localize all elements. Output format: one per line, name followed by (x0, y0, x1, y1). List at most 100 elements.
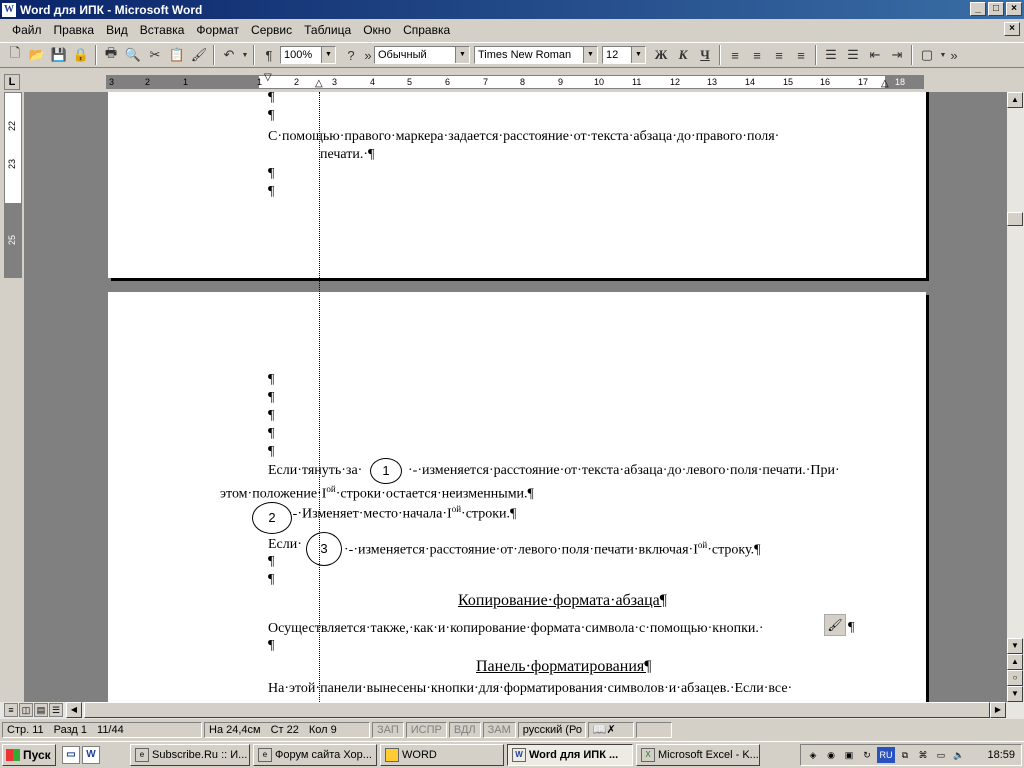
scroll-up-icon[interactable]: ▲ (1007, 92, 1023, 108)
document-page[interactable]: ¶ ¶ ¶ ¶ ¶ Если·тянуть·за· ·-·изменяется·… (108, 292, 926, 702)
undo-dropdown-icon[interactable]: ▼ (240, 44, 250, 66)
save-icon[interactable]: 💾 (48, 44, 70, 66)
next-page-icon[interactable]: ▼ (1007, 686, 1023, 702)
document-text[interactable]: печати.·¶ (320, 146, 374, 164)
spelling-status-icon[interactable]: 📖✗ (587, 722, 634, 738)
language-indicator[interactable]: RU (877, 747, 895, 763)
italic-button[interactable]: К (672, 44, 694, 66)
status-language[interactable]: русский (Ро (517, 722, 586, 738)
document-area[interactable]: ¶ ¶ С·помощью·правого·маркера·задается·р… (24, 92, 1007, 702)
task-excel[interactable]: X Microsoft Excel - K... (636, 744, 760, 766)
outline-view-icon[interactable]: ☰ (49, 703, 63, 717)
decrease-indent-icon[interactable]: ⇤ (864, 44, 886, 66)
tray-antivirus-icon[interactable]: ▣ (841, 747, 857, 763)
underline-button[interactable]: Ч (694, 44, 716, 66)
status-ext[interactable]: ВДЛ (448, 722, 481, 738)
web-view-icon[interactable]: ◫ (19, 703, 33, 717)
horizontal-scroll-thumb[interactable] (84, 702, 990, 718)
section-heading[interactable]: Панель·форматирования¶ (476, 658, 652, 676)
menu-view[interactable]: Вид (100, 23, 134, 37)
menu-insert[interactable]: Вставка (134, 23, 191, 37)
document-text[interactable]: ·-·изменяется·расстояние·от·левого·поля·… (344, 536, 760, 560)
volume-icon[interactable]: 🔈 (951, 747, 967, 763)
minimize-button[interactable]: _ (970, 2, 986, 16)
paste-icon[interactable]: 📋 (166, 44, 188, 66)
scroll-left-icon[interactable]: ◀ (66, 702, 82, 718)
word-app-icon[interactable]: W (2, 2, 16, 17)
align-left-icon[interactable]: ≡ (724, 44, 746, 66)
tray-media-icon[interactable]: ◉ (823, 747, 839, 763)
tray-app-icon[interactable]: ◈ (805, 747, 821, 763)
document-text[interactable]: ·-·Изменяет·место·начала·Iой·строки.¶ (288, 500, 516, 524)
zoom-select[interactable]: 100% ▼ (280, 46, 336, 64)
first-line-indent-marker[interactable]: ▽ (264, 72, 272, 84)
document-text[interactable]: Если·тянуть·за· (268, 462, 362, 480)
tray-update-icon[interactable]: ↻ (859, 747, 875, 763)
show-formatting-icon[interactable]: ¶ (258, 44, 280, 66)
scroll-right-icon[interactable]: ▶ (990, 702, 1006, 718)
clock[interactable]: 18:59 (987, 749, 1015, 761)
format-painter-icon[interactable]: 🖌 (188, 44, 210, 66)
menu-edit[interactable]: Правка (48, 23, 101, 37)
menu-format[interactable]: Формат (190, 23, 245, 37)
maximize-button[interactable]: □ (988, 2, 1004, 16)
close-button[interactable]: × (1006, 2, 1022, 16)
new-document-icon[interactable]: 🗋 (4, 44, 26, 66)
status-ovr[interactable]: ЗАМ (482, 722, 516, 738)
borders-dropdown-icon[interactable]: ▼ (938, 44, 948, 66)
scroll-down-icon[interactable]: ▼ (1007, 638, 1023, 654)
help-icon[interactable]: ? (340, 44, 362, 66)
bullet-list-icon[interactable]: ☰ (842, 44, 864, 66)
menu-help[interactable]: Справка (397, 23, 456, 37)
start-button[interactable]: Пуск (2, 744, 56, 766)
print-icon[interactable]: 🖶 (100, 44, 122, 66)
title-bar[interactable]: W Word для ИПК - Microsoft Word _ □ × (0, 0, 1024, 19)
scroll-thumb[interactable] (1007, 212, 1023, 226)
style-select[interactable]: Обычный ▼ (374, 46, 470, 64)
borders-icon[interactable]: ▢ (916, 44, 938, 66)
open-folder-icon[interactable]: 📂 (26, 44, 48, 66)
browse-object-icon[interactable]: ○ (1007, 670, 1023, 686)
desktop-icon[interactable]: ▭ (62, 746, 80, 764)
word-quicklaunch-icon[interactable]: W (82, 746, 100, 764)
permissions-icon[interactable]: 🔒 (70, 44, 92, 66)
menu-window[interactable]: Окно (357, 23, 397, 37)
doc-close-button[interactable]: × (1004, 22, 1020, 36)
print-preview-icon[interactable]: 🔍 (122, 44, 144, 66)
bold-button[interactable]: Ж (650, 44, 672, 66)
font-select[interactable]: Times New Roman ▼ (474, 46, 598, 64)
normal-view-icon[interactable]: ≡ (4, 703, 18, 717)
align-center-icon[interactable]: ≡ (746, 44, 768, 66)
vertical-ruler[interactable]: 22 23 25 (4, 92, 22, 278)
tab-selector[interactable]: L (4, 74, 20, 90)
menu-tools[interactable]: Сервис (245, 23, 298, 37)
tray-monitor-icon[interactable]: ▭ (933, 747, 949, 763)
vertical-scrollbar[interactable]: ▲ ▼ ▲ ○ ▼ (1007, 92, 1024, 702)
task-forum[interactable]: e Форум сайта Хор... (253, 744, 377, 766)
document-page[interactable]: ¶ ¶ С·помощью·правого·маркера·задается·р… (108, 92, 926, 278)
horizontal-scrollbar[interactable]: ≡ ◫ ▤ ☰ ◀ ▶ (0, 702, 1024, 719)
justify-icon[interactable]: ≡ (790, 44, 812, 66)
numbered-list-icon[interactable]: ☰ (820, 44, 842, 66)
font-size-select[interactable]: 12 ▼ (602, 46, 646, 64)
menu-file[interactable]: Файл (6, 23, 48, 37)
document-text[interactable]: Если· (268, 536, 302, 554)
right-indent-marker[interactable]: △ (881, 78, 889, 90)
increase-indent-icon[interactable]: ⇥ (886, 44, 908, 66)
tray-connection-icon[interactable]: ⌘ (915, 747, 931, 763)
task-word-folder[interactable]: WORD (380, 744, 504, 766)
previous-page-icon[interactable]: ▲ (1007, 654, 1023, 670)
document-text[interactable]: На·этой·панели·вынесены·кнопки·для·форма… (268, 680, 792, 698)
task-subscribe[interactable]: e Subscribe.Ru :: И... (130, 744, 250, 766)
print-layout-icon[interactable]: ▤ (34, 703, 48, 717)
toolbar-overflow-icon[interactable]: » (362, 44, 374, 66)
left-indent-marker[interactable]: △ (315, 78, 323, 90)
undo-icon[interactable]: ↶ (218, 44, 240, 66)
task-word-document[interactable]: W Word для ИПК ... (507, 744, 633, 766)
cut-icon[interactable]: ✂ (144, 44, 166, 66)
horizontal-ruler[interactable]: 3 2 1 1 2 3 4 5 6 7 8 9 10 11 12 13 14 1… (106, 72, 924, 90)
menu-table[interactable]: Таблица (298, 23, 357, 37)
align-right-icon[interactable]: ≡ (768, 44, 790, 66)
toolbar-overflow-icon[interactable]: » (948, 44, 960, 66)
document-text[interactable]: Осуществляется·также,·как·и·копирование·… (268, 620, 764, 638)
